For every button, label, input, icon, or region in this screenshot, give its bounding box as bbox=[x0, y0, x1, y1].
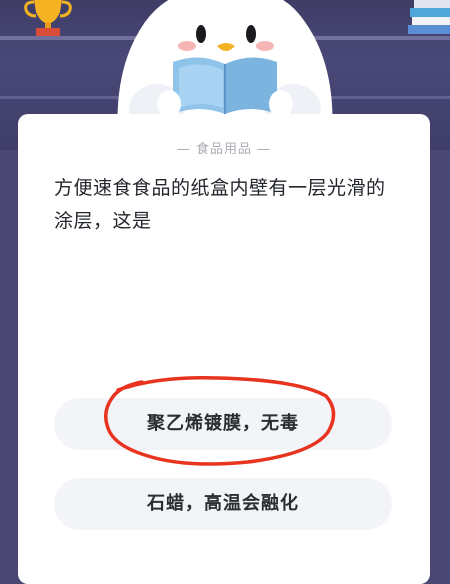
answer-option-label: 石蜡，高温会融化 bbox=[147, 493, 299, 514]
question-text: 方便速食食品的纸盒内壁有一层光滑的涂层，这是 bbox=[54, 177, 386, 232]
question-card: — 食品用品 — 方便速食食品的纸盒内壁有一层光滑的涂层，这是 聚乙烯镀膜，无毒… bbox=[18, 114, 430, 584]
answer-option-2[interactable]: 石蜡，高温会融化 bbox=[54, 478, 392, 530]
books-icon bbox=[408, 0, 450, 34]
answer-option-1[interactable]: 聚乙烯镀膜，无毒 bbox=[54, 398, 392, 450]
question-category: — 食品用品 — bbox=[176, 142, 272, 157]
trophy-icon bbox=[24, 0, 72, 36]
answer-option-label: 聚乙烯镀膜，无毒 bbox=[147, 413, 299, 434]
